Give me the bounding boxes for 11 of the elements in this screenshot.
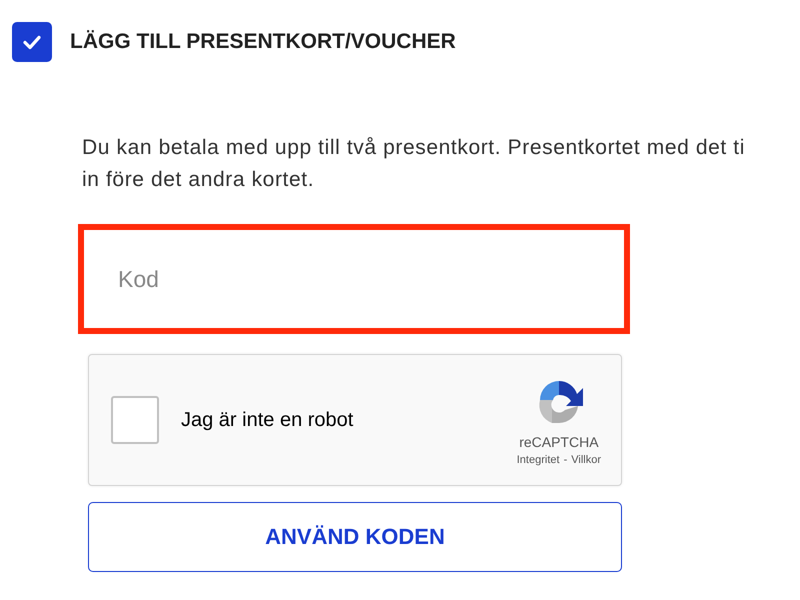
privacy-link[interactable]: Integritet — [516, 454, 560, 466]
section-title: LÄGG TILL PRESENTKORT/VOUCHER — [70, 30, 456, 54]
captcha-checkbox[interactable] — [111, 396, 159, 444]
code-input-field[interactable]: Kod — [78, 224, 630, 334]
apply-code-button[interactable]: ANVÄND KODEN — [88, 502, 622, 572]
checkbox[interactable] — [12, 22, 52, 62]
recaptcha-brand: reCAPTCHA — [519, 434, 599, 450]
link-separator: - — [564, 454, 568, 466]
terms-link[interactable]: Villkor — [571, 454, 601, 466]
info-text: Du kan betala med upp till två presentkort. Presentkortet med det ti in före det andra kortet. — [82, 135, 746, 193]
captcha-label: Jag är inte en robot — [181, 408, 354, 432]
